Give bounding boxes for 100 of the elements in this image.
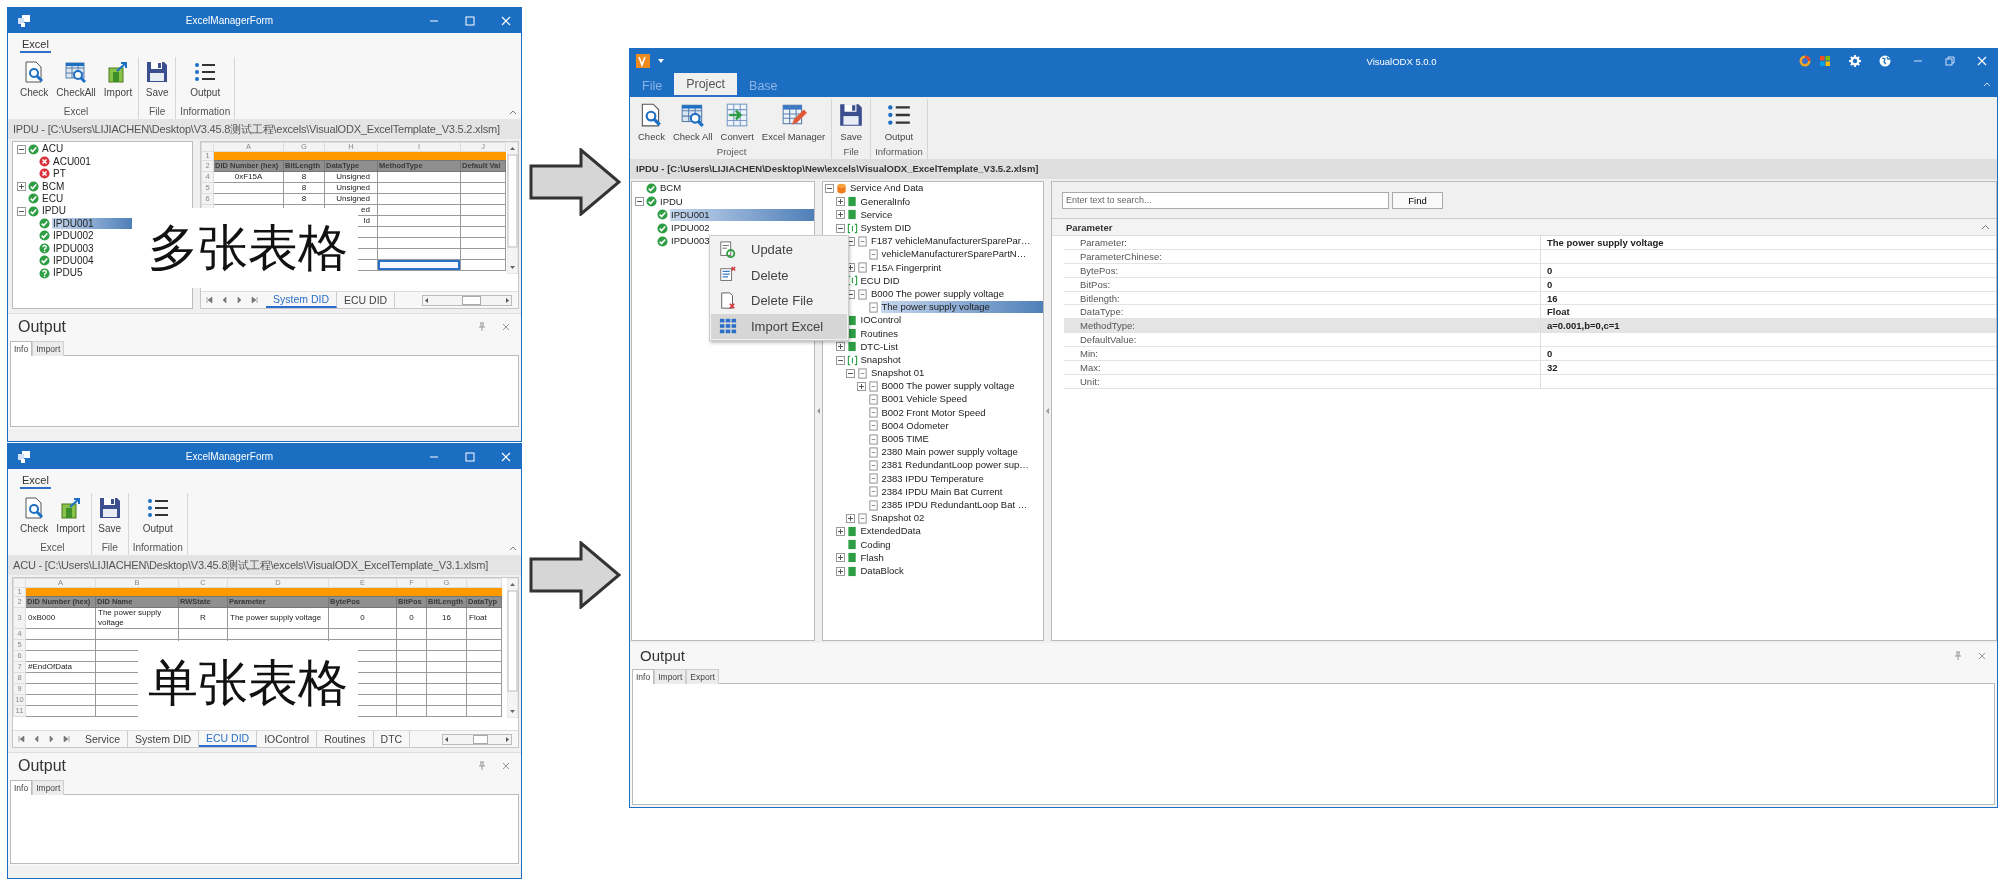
tree-item[interactable]: Routines	[859, 327, 899, 340]
tree-item[interactable]: ECU DID	[859, 274, 901, 287]
tree-item[interactable]: DataBlock	[859, 564, 905, 578]
menu-item[interactable]: Delete	[711, 262, 847, 288]
maximize-icon[interactable]	[465, 15, 475, 26]
tree-item[interactable]: IPDU	[41, 205, 67, 217]
tab[interactable]: Info	[632, 669, 655, 684]
sheet-tab[interactable]: DTC	[373, 731, 411, 747]
tree-item[interactable]: BCM	[659, 182, 683, 195]
tree-item[interactable]: B001 Vehicle Speed	[880, 393, 969, 406]
tree-item[interactable]: Snapshot 02	[870, 512, 926, 525]
collapse-icon[interactable]	[17, 206, 26, 216]
maximize-icon[interactable]	[465, 451, 475, 462]
ribbon-button[interactable]: Output	[140, 493, 175, 537]
ribbon-button[interactable]: Output	[882, 99, 916, 145]
ribbon-button[interactable]: Import	[101, 57, 135, 101]
expand-icon[interactable]	[835, 553, 845, 563]
tree-item[interactable]: IPDU003	[52, 242, 95, 254]
tree-item[interactable]: ACU	[41, 143, 65, 155]
tree-item[interactable]: IPDU004	[52, 255, 95, 267]
ribbon-button[interactable]: Save	[143, 57, 172, 101]
menu-item[interactable]: Import Excel	[711, 313, 847, 339]
tab[interactable]: Import	[32, 341, 65, 356]
tree-item[interactable]: The power supply voltage	[880, 301, 1043, 314]
sheet-tab[interactable]: System DID	[266, 292, 337, 308]
tree-item[interactable]: F187 vehicleManufacturerSparePar…	[870, 235, 1032, 248]
caret-icon[interactable]	[658, 59, 664, 63]
tree-item[interactable]: F15A Fingerprint	[870, 261, 943, 274]
tree-item[interactable]: Coding	[859, 538, 892, 551]
tab[interactable]: Info	[10, 341, 33, 356]
previous-icon[interactable]	[33, 735, 40, 743]
collapse-icon[interactable]	[635, 197, 644, 207]
color-circle-icon[interactable]	[1799, 55, 1811, 67]
tree-item[interactable]: System DID	[859, 222, 913, 235]
tree-item[interactable]: IPDU5	[52, 267, 84, 279]
tree-item[interactable]: 2380 Main power supply voltage	[880, 446, 1019, 459]
tree-item[interactable]: Snapshot	[859, 353, 902, 367]
sheet-tab[interactable]: Service	[78, 731, 128, 747]
tree-item[interactable]: ECU	[41, 193, 65, 205]
expand-icon[interactable]	[856, 381, 866, 391]
four-squares-icon[interactable]	[1819, 55, 1831, 67]
collapse-icon[interactable]	[825, 184, 834, 194]
menu-item[interactable]: Delete File	[711, 288, 847, 314]
previous-icon[interactable]	[221, 296, 228, 304]
tree-item[interactable]: IPDU002	[52, 230, 95, 242]
sheet-tab[interactable]: System DID	[128, 731, 200, 747]
ribbon-button[interactable]: Check All	[670, 99, 715, 145]
tree-item[interactable]: Snapshot 01	[870, 367, 926, 380]
tree-item[interactable]: B005 TIME	[880, 433, 930, 446]
settings-icon[interactable]	[1849, 55, 1861, 67]
tree-item[interactable]: B000 The power supply voltage	[880, 380, 1016, 393]
tree-item[interactable]: BCM	[41, 180, 66, 193]
expand-icon[interactable]	[17, 181, 26, 191]
tree-item[interactable]: 2385 IPDU RedundantLoop Bat …	[880, 499, 1029, 512]
tab[interactable]: Import	[32, 780, 65, 795]
sheet-tab[interactable]: ECU DID	[199, 731, 258, 747]
find-button[interactable]: Find	[1392, 191, 1443, 209]
ribbon-tab[interactable]: Project	[674, 73, 738, 97]
ribbon-button[interactable]: Convert	[718, 99, 756, 145]
tree-item[interactable]: Service And Data	[849, 182, 925, 195]
chevron-up-icon[interactable]	[1981, 224, 1990, 230]
tree-item[interactable]: Flash	[859, 551, 885, 564]
tree-item[interactable]: PT	[52, 168, 67, 180]
ribbon-tab[interactable]: Excel	[20, 473, 51, 489]
tree-item[interactable]: 2384 IPDU Main Bat Current	[880, 485, 1004, 498]
sheet-tab[interactable]: Routines	[317, 731, 374, 747]
chevron-up-icon[interactable]	[509, 545, 517, 551]
collapse-arrow-icon[interactable]	[817, 408, 820, 414]
collapse-icon[interactable]	[846, 368, 855, 378]
close-icon[interactable]	[501, 322, 511, 332]
ribbon-button[interactable]: Save	[95, 493, 124, 537]
tree-item[interactable]: IPDU001	[670, 208, 814, 222]
first-icon[interactable]	[18, 735, 25, 743]
tab[interactable]: Info	[10, 780, 33, 795]
tree-item[interactable]: B004 Odometer	[880, 419, 950, 433]
expand-icon[interactable]	[835, 566, 845, 576]
first-icon[interactable]	[206, 296, 213, 304]
close-icon[interactable]	[1977, 650, 1987, 661]
tree-item[interactable]: ACU001	[52, 155, 92, 168]
tree-item[interactable]: IPDU001	[52, 217, 132, 230]
expand-icon[interactable]	[835, 210, 845, 220]
tree-item[interactable]: 2381 RedundantLoop power sup…	[880, 459, 1030, 472]
ribbon-button[interactable]: Import	[54, 493, 87, 537]
expand-icon[interactable]	[835, 197, 845, 207]
search-field[interactable]: Enter text to search...	[1062, 191, 1389, 209]
collapse-icon[interactable]	[17, 144, 26, 154]
restore-icon[interactable]	[1945, 56, 1955, 66]
tree-item[interactable]: B002 Front Motor Speed	[880, 406, 987, 419]
next-icon[interactable]	[48, 735, 55, 743]
ribbon-button[interactable]: Check	[18, 57, 51, 101]
collapse-icon[interactable]	[835, 355, 845, 365]
menu-item[interactable]: Update	[711, 237, 847, 263]
tree-item[interactable]: DTC-List	[859, 340, 899, 353]
tree-item[interactable]: B000 The power supply voltage	[870, 288, 1005, 301]
ribbon-button[interactable]: CheckAll	[54, 57, 98, 101]
tree-item[interactable]: GeneralInfo	[859, 195, 912, 208]
tree-item[interactable]: ExtendedData	[859, 525, 922, 538]
tab[interactable]: Import	[654, 669, 687, 684]
globe-icon[interactable]	[1879, 55, 1891, 67]
tree-item[interactable]: vehicleManufacturerSparePartN…	[880, 248, 1028, 261]
